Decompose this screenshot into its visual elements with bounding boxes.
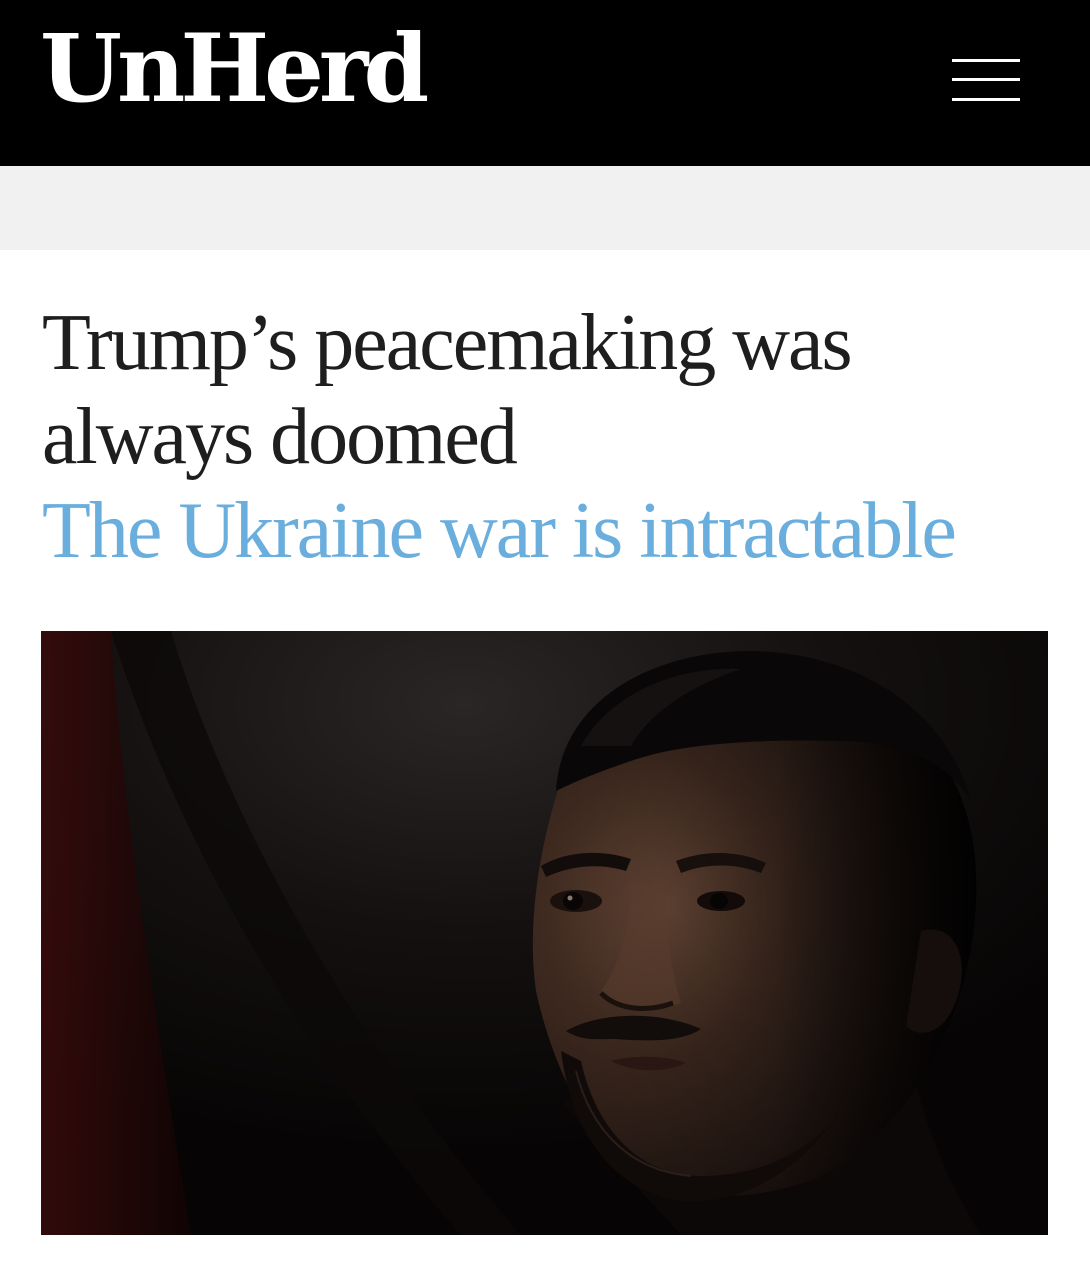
hero-portrait-illustration (41, 631, 1048, 1235)
ad-banner-placeholder (0, 166, 1090, 250)
menu-line-top (952, 59, 1020, 62)
menu-line-middle (952, 78, 1020, 81)
article-subtitle: The Ukraine war is intractable (42, 487, 957, 575)
site-header: UnHerd (0, 0, 1090, 166)
menu-line-bottom (952, 98, 1020, 101)
hamburger-menu-button[interactable] (946, 52, 1026, 112)
hero-image (41, 631, 1048, 1235)
site-logo[interactable]: UnHerd (40, 22, 429, 116)
article-title: Trump’s peacemaking was always doomed (42, 299, 853, 481)
